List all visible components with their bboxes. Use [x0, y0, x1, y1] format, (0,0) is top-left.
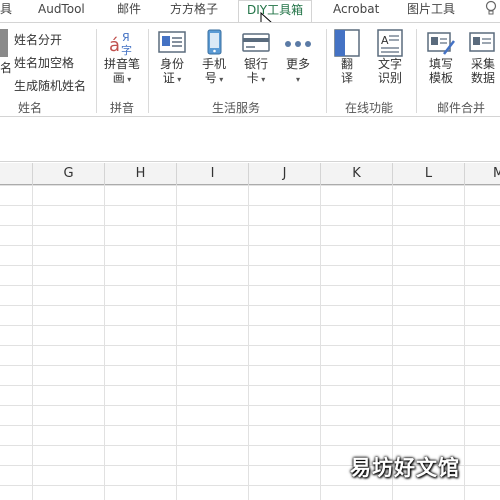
dropdown-arrow-icon: ▾ [258, 75, 266, 84]
svg-text:A: A [381, 34, 389, 47]
tab-mail[interactable]: 邮件 [117, 0, 141, 22]
bank-card-line2: 卡 [246, 71, 259, 85]
column-header-h[interactable]: H [105, 163, 177, 185]
name-group-label: 姓名 [17, 101, 43, 115]
phone-line2: 号 [204, 71, 217, 85]
column-header-j[interactable]: J [249, 163, 321, 185]
more-line1: 更多 [285, 57, 310, 71]
column-header-m[interactable]: M [465, 163, 500, 185]
mobile-phone-icon [199, 29, 229, 55]
text-recognition-line1: 文字 [377, 57, 402, 71]
translate-icon [332, 29, 362, 57]
id-card-line1: 身份 [159, 57, 184, 71]
column-header-partial[interactable] [0, 163, 33, 185]
pinyin-button-line2: 画 [112, 71, 125, 85]
pinyin-button-line1: 拼音笔 [103, 57, 140, 71]
dropdown-arrow-icon: ▾ [216, 75, 224, 84]
translate-line2: 译 [340, 71, 353, 85]
ribbon: 名 姓名分开 姓名加空格 生成随机姓名 姓名 á Я 字 拼音笔 画 ▾ 拼音 [0, 22, 500, 117]
tab-picture-tools[interactable]: 图片工具 [407, 0, 455, 22]
tab-fangfang[interactable]: 方方格子 [170, 0, 218, 22]
dropdown-arrow-icon: ▾ [295, 75, 300, 84]
svg-text:á: á [109, 35, 120, 56]
grid-column-line [248, 185, 249, 500]
ribbon-tab-bar: 具 AudTool 邮件 方方格子 DIY工具箱 Acrobat 图片工具 [0, 0, 500, 22]
grid-column-line [320, 185, 321, 500]
group-separator [148, 29, 149, 113]
pinyin-icon: á Я 字 [107, 29, 137, 57]
dropdown-arrow-icon: ▾ [174, 75, 182, 84]
collect-data-line1: 采集 [470, 57, 495, 71]
column-header-i[interactable]: I [177, 163, 249, 185]
phone-number-button[interactable]: 手机 号 ▾ [194, 29, 234, 87]
svg-text:字: 字 [121, 43, 132, 57]
collect-data-icon [468, 29, 498, 55]
dropdown-arrow-icon: ▾ [124, 75, 132, 84]
watermark-text: 易坊好文馆 [350, 456, 460, 480]
split-name-button[interactable]: 姓名分开 [14, 31, 62, 48]
column-header-g[interactable]: G [33, 163, 105, 185]
column-header-row: G H I J K L M [0, 163, 500, 185]
online-group-label: 在线功能 [344, 101, 394, 115]
add-space-name-button[interactable]: 姓名加空格 [14, 54, 74, 71]
bank-card-line1: 银行 [243, 57, 268, 71]
id-card-button[interactable]: 身份 证 ▾ [152, 29, 192, 87]
grid-column-line [104, 185, 105, 500]
more-dots-icon [283, 29, 313, 55]
grid-column-line [32, 185, 33, 500]
grid-column-line [176, 185, 177, 500]
pinyin-group-label: 拼音 [109, 101, 135, 115]
fill-template-button[interactable]: 填写 模板 [422, 29, 460, 85]
group-separator [96, 29, 97, 113]
person-icon [0, 29, 8, 57]
bank-card-button[interactable]: 银行 卡 ▾ [236, 29, 276, 87]
column-header-k[interactable]: K [321, 163, 393, 185]
fill-template-line1: 填写 [428, 57, 453, 71]
lightbulb-icon[interactable] [485, 0, 497, 22]
translate-line1: 翻 [340, 57, 353, 71]
tab-diy-toolbox[interactable]: DIY工具箱 [238, 0, 313, 22]
text-recognition-icon: A [375, 29, 405, 57]
bank-card-icon [241, 29, 271, 55]
pinyin-stroke-button[interactable]: á Я 字 拼音笔 画 ▾ [100, 29, 144, 87]
id-card-icon [157, 29, 187, 55]
formula-bar-area[interactable] [0, 118, 500, 162]
more-button[interactable]: 更多 ▾ [278, 29, 318, 87]
phone-line1: 手机 [201, 57, 226, 71]
text-recognition-line2: 识别 [377, 71, 402, 85]
random-name-button[interactable]: 生成随机姓名 [14, 77, 86, 94]
group-separator [416, 29, 417, 113]
mail-merge-group-label: 邮件合并 [436, 101, 486, 115]
fill-template-line2: 模板 [428, 71, 453, 85]
fill-template-icon [426, 29, 456, 55]
collect-data-button[interactable]: 采集 数据 [464, 29, 500, 85]
text-recognition-button[interactable]: A 文字 识别 [370, 29, 410, 85]
column-header-l[interactable]: L [393, 163, 465, 185]
tab-acrobat[interactable]: Acrobat [333, 0, 379, 22]
group-separator [326, 29, 327, 113]
grid-column-line [464, 185, 465, 500]
tab-audtool[interactable]: AudTool [38, 0, 85, 22]
tab-tools[interactable]: 具 [0, 0, 12, 22]
id-card-line2: 证 [162, 71, 175, 85]
life-services-group-label: 生活服务 [211, 101, 261, 115]
svg-text:Я: Я [122, 31, 130, 44]
collect-data-line2: 数据 [470, 71, 495, 85]
translate-button[interactable]: 翻 译 [330, 29, 364, 85]
name-button-partial[interactable]: 名 [0, 59, 12, 76]
